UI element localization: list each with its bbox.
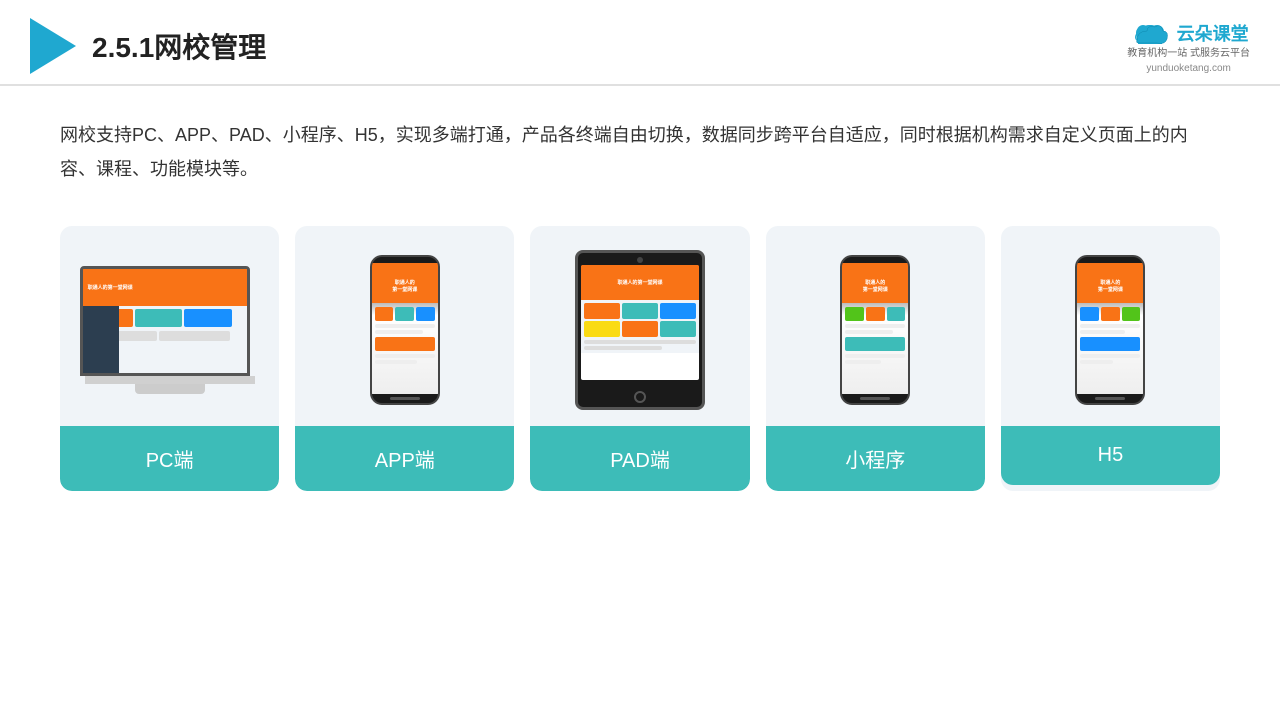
brand-logo: 云朵课堂	[1129, 19, 1249, 47]
card-app-label: APP端	[295, 426, 514, 491]
card-pc-label: PC端	[60, 426, 279, 491]
phone-notch	[393, 257, 417, 263]
brand-name: 云朵课堂	[1177, 20, 1249, 46]
phone-mini-notch	[863, 257, 887, 263]
phone-h5-mockup: 职通人的第一堂网课	[1075, 255, 1145, 405]
description-text: 网校支持PC、APP、PAD、小程序、H5，实现多端打通，产品各终端自由切换，数…	[0, 86, 1280, 206]
tablet-screen: 职通人的第一堂网课	[581, 265, 699, 380]
pc-stand	[85, 376, 255, 384]
card-h5-label: H5	[1001, 426, 1220, 485]
card-pad-label: PAD端	[530, 426, 749, 491]
cloud-icon	[1129, 19, 1171, 47]
tablet-camera	[637, 257, 643, 263]
phone-h5-screen: 职通人的第一堂网课	[1077, 263, 1143, 394]
phone-home-bar	[390, 397, 420, 400]
header-left: 2.5.1网校管理	[30, 18, 266, 74]
brand-url: yunduoketang.com	[1146, 63, 1231, 74]
platform-cards: 职通人的第一堂网课	[0, 206, 1280, 521]
header-right: 云朵课堂 教育机构一站 式服务云平台 yunduoketang.com	[1127, 19, 1250, 74]
card-miniprogram: 职通人的第一堂网课	[766, 226, 985, 491]
pc-screen: 职通人的第一堂网课	[80, 266, 250, 376]
card-h5: 职通人的第一堂网课	[1001, 226, 1220, 491]
card-app-image: 职通人的第一堂网课	[295, 226, 514, 426]
phone-app-screen: 职通人的第一堂网课	[372, 263, 438, 394]
page-title: 2.5.1网校管理	[92, 26, 266, 66]
phone-mini-home-bar	[860, 397, 890, 400]
card-miniprogram-label: 小程序	[766, 426, 985, 491]
logo-icon	[30, 18, 76, 74]
card-h5-image: 职通人的第一堂网课	[1001, 226, 1220, 426]
card-pad-image: 职通人的第一堂网课	[530, 226, 749, 426]
phone-app-mockup: 职通人的第一堂网课	[370, 255, 440, 405]
pc-mockup: 职通人的第一堂网课	[80, 266, 260, 394]
pc-screen-inner: 职通人的第一堂网课	[83, 269, 247, 373]
card-miniprogram-image: 职通人的第一堂网课	[766, 226, 985, 426]
brand-tagline: 教育机构一站 式服务云平台	[1127, 47, 1250, 61]
card-app: 职通人的第一堂网课	[295, 226, 514, 491]
phone-h5-home-bar	[1095, 397, 1125, 400]
phone-mini-mockup: 职通人的第一堂网课	[840, 255, 910, 405]
card-pad: 职通人的第一堂网课	[530, 226, 749, 491]
card-pc-image: 职通人的第一堂网课	[60, 226, 279, 426]
phone-h5-notch	[1098, 257, 1122, 263]
phone-mini-screen: 职通人的第一堂网课	[842, 263, 908, 394]
card-pc: 职通人的第一堂网课	[60, 226, 279, 491]
pc-base	[135, 384, 205, 394]
tablet-home-btn	[634, 391, 646, 403]
tablet-mockup: 职通人的第一堂网课	[575, 250, 705, 410]
header: 2.5.1网校管理 云朵课堂	[0, 0, 1280, 86]
